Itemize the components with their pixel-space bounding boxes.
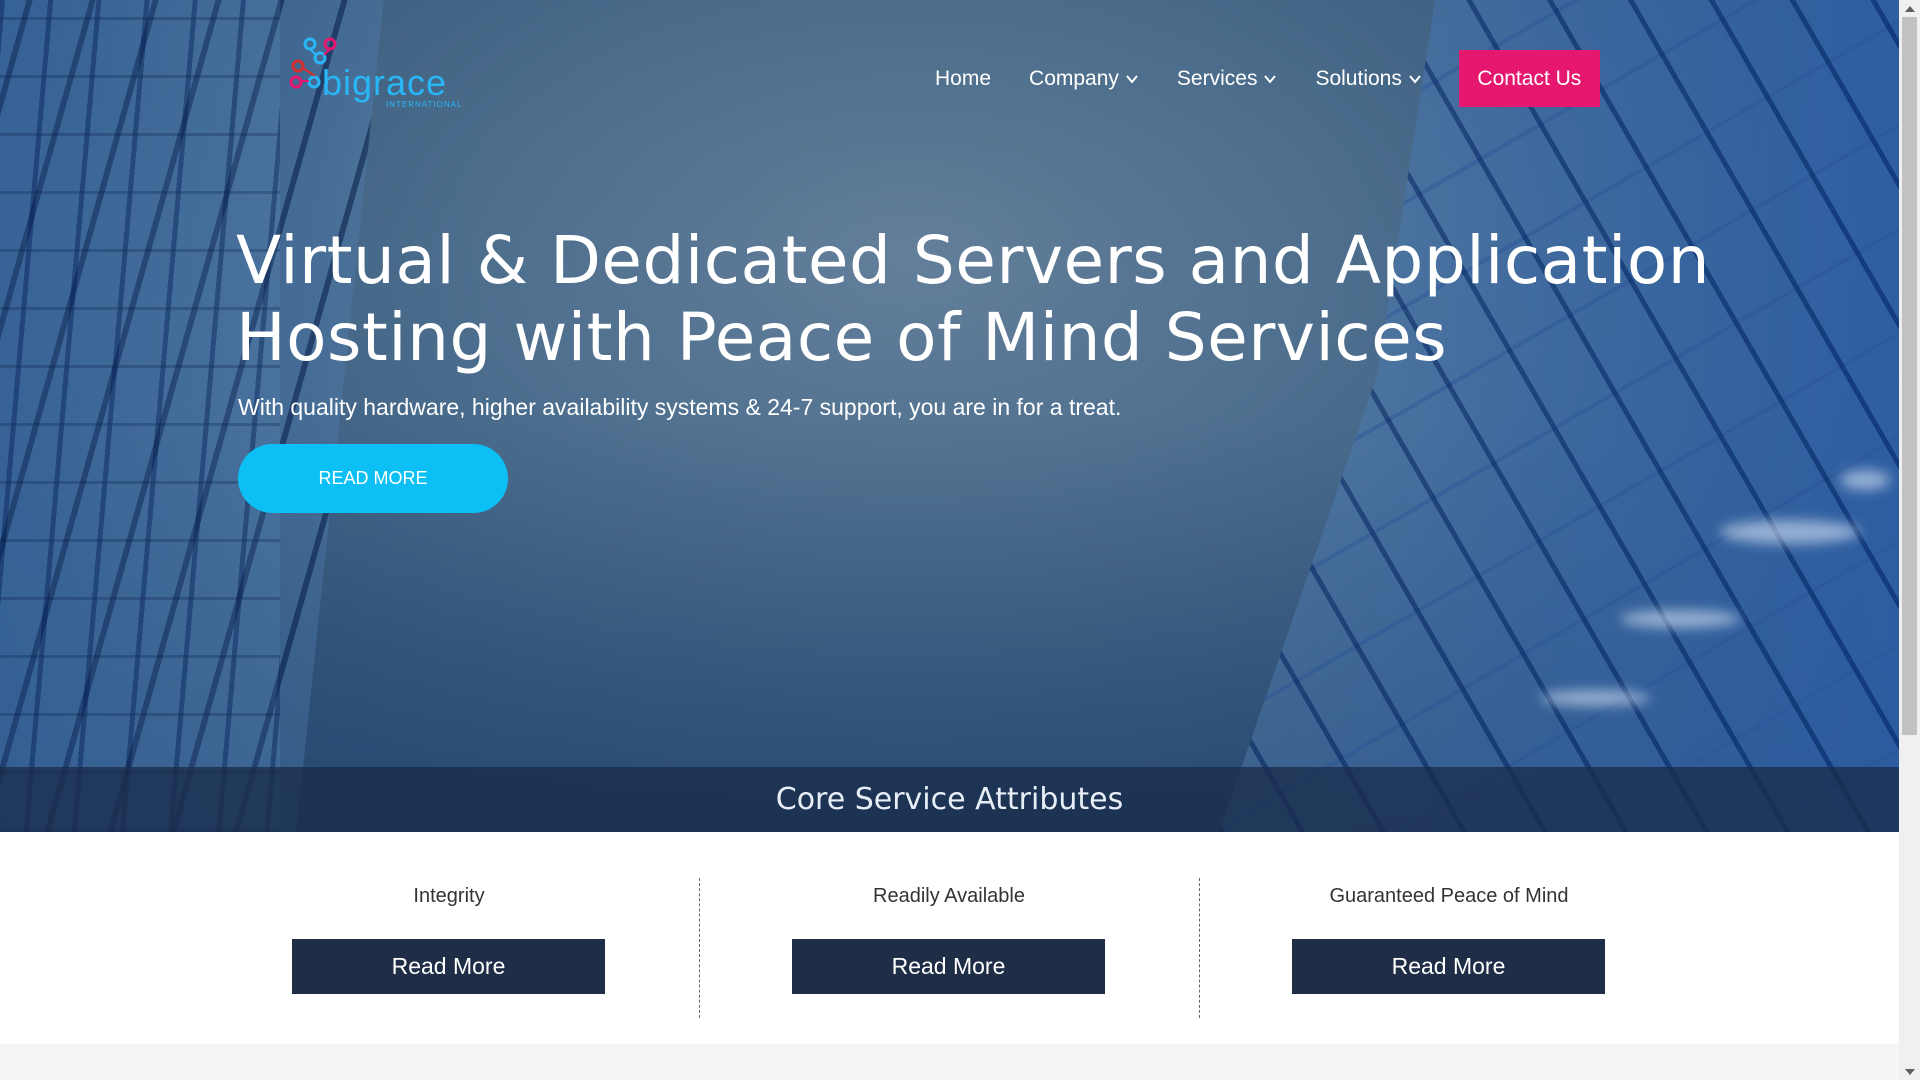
next-section-edge xyxy=(0,1044,1899,1080)
scroll-down-arrow-icon[interactable] xyxy=(1899,1063,1920,1080)
nav-item-label: Company xyxy=(1029,66,1119,90)
feature-label: Guaranteed Peace of Mind xyxy=(1329,885,1569,907)
feature-integrity: Integrity Read More xyxy=(199,832,699,1044)
hero-title-line2: Hosting with Peace of Mind Services xyxy=(236,299,1448,376)
hero-background-building-right xyxy=(1219,0,1899,832)
chevron-down-icon xyxy=(1264,74,1277,84)
hero-light-reflection xyxy=(1720,520,1860,544)
feature-label: Integrity xyxy=(413,885,485,907)
logo-subtitle: INTERNATIONAL xyxy=(386,100,463,109)
nav-item-label: Home xyxy=(935,66,992,90)
features-section: Integrity Read More Readily Available Re… xyxy=(0,832,1899,1044)
hero-section: bigrace INTERNATIONAL Home Company Servi… xyxy=(0,0,1899,832)
nav-item-services[interactable]: Services xyxy=(1177,67,1278,91)
nav-item-solutions[interactable]: Solutions xyxy=(1315,67,1421,91)
hero-light-reflection xyxy=(1840,470,1890,490)
hero-light-reflection xyxy=(1620,610,1740,628)
contact-us-button[interactable]: Contact Us xyxy=(1458,50,1600,107)
scrollbar-thumb[interactable] xyxy=(1902,17,1917,735)
nav-item-company[interactable]: Company xyxy=(1029,67,1139,91)
nav-item-label: Services xyxy=(1176,66,1258,90)
chevron-down-icon xyxy=(1126,74,1138,84)
core-attributes-banner: Core Service Attributes xyxy=(0,767,1899,832)
feature-readily-available: Readily Available Read More xyxy=(699,832,1199,1044)
hero-title: Virtual & Dedicated Servers and Applicat… xyxy=(236,222,1796,376)
scroll-up-arrow-icon[interactable] xyxy=(1899,0,1920,17)
nav-item-label: Solutions xyxy=(1315,66,1402,90)
hero-title-line1: Virtual & Dedicated Servers and Applicat… xyxy=(236,222,1711,299)
nav-item-home[interactable]: Home xyxy=(935,67,991,91)
hero-light-reflection xyxy=(1540,690,1650,706)
main-nav: Home Company Services Solutions Contact … xyxy=(935,50,1600,107)
page-scrollbar[interactable] xyxy=(1899,0,1920,1080)
hero-subtitle: With quality hardware, higher availabili… xyxy=(238,394,1122,420)
page: bigrace INTERNATIONAL Home Company Servi… xyxy=(0,0,1899,1080)
hero-read-more-button[interactable]: READ MORE xyxy=(238,444,508,513)
feature-peace-of-mind: Guaranteed Peace of Mind Read More xyxy=(1199,832,1699,1044)
brand-logo[interactable]: bigrace INTERNATIONAL xyxy=(288,36,473,110)
chevron-down-icon xyxy=(1409,74,1421,84)
feature-read-more-button[interactable]: Read More xyxy=(292,939,605,994)
logo-wordmark: bigrace xyxy=(322,62,448,103)
feature-read-more-button[interactable]: Read More xyxy=(1292,939,1605,994)
core-attributes-heading: Core Service Attributes xyxy=(775,782,1124,817)
feature-read-more-button[interactable]: Read More xyxy=(792,939,1105,994)
feature-label: Readily Available xyxy=(873,885,1025,907)
